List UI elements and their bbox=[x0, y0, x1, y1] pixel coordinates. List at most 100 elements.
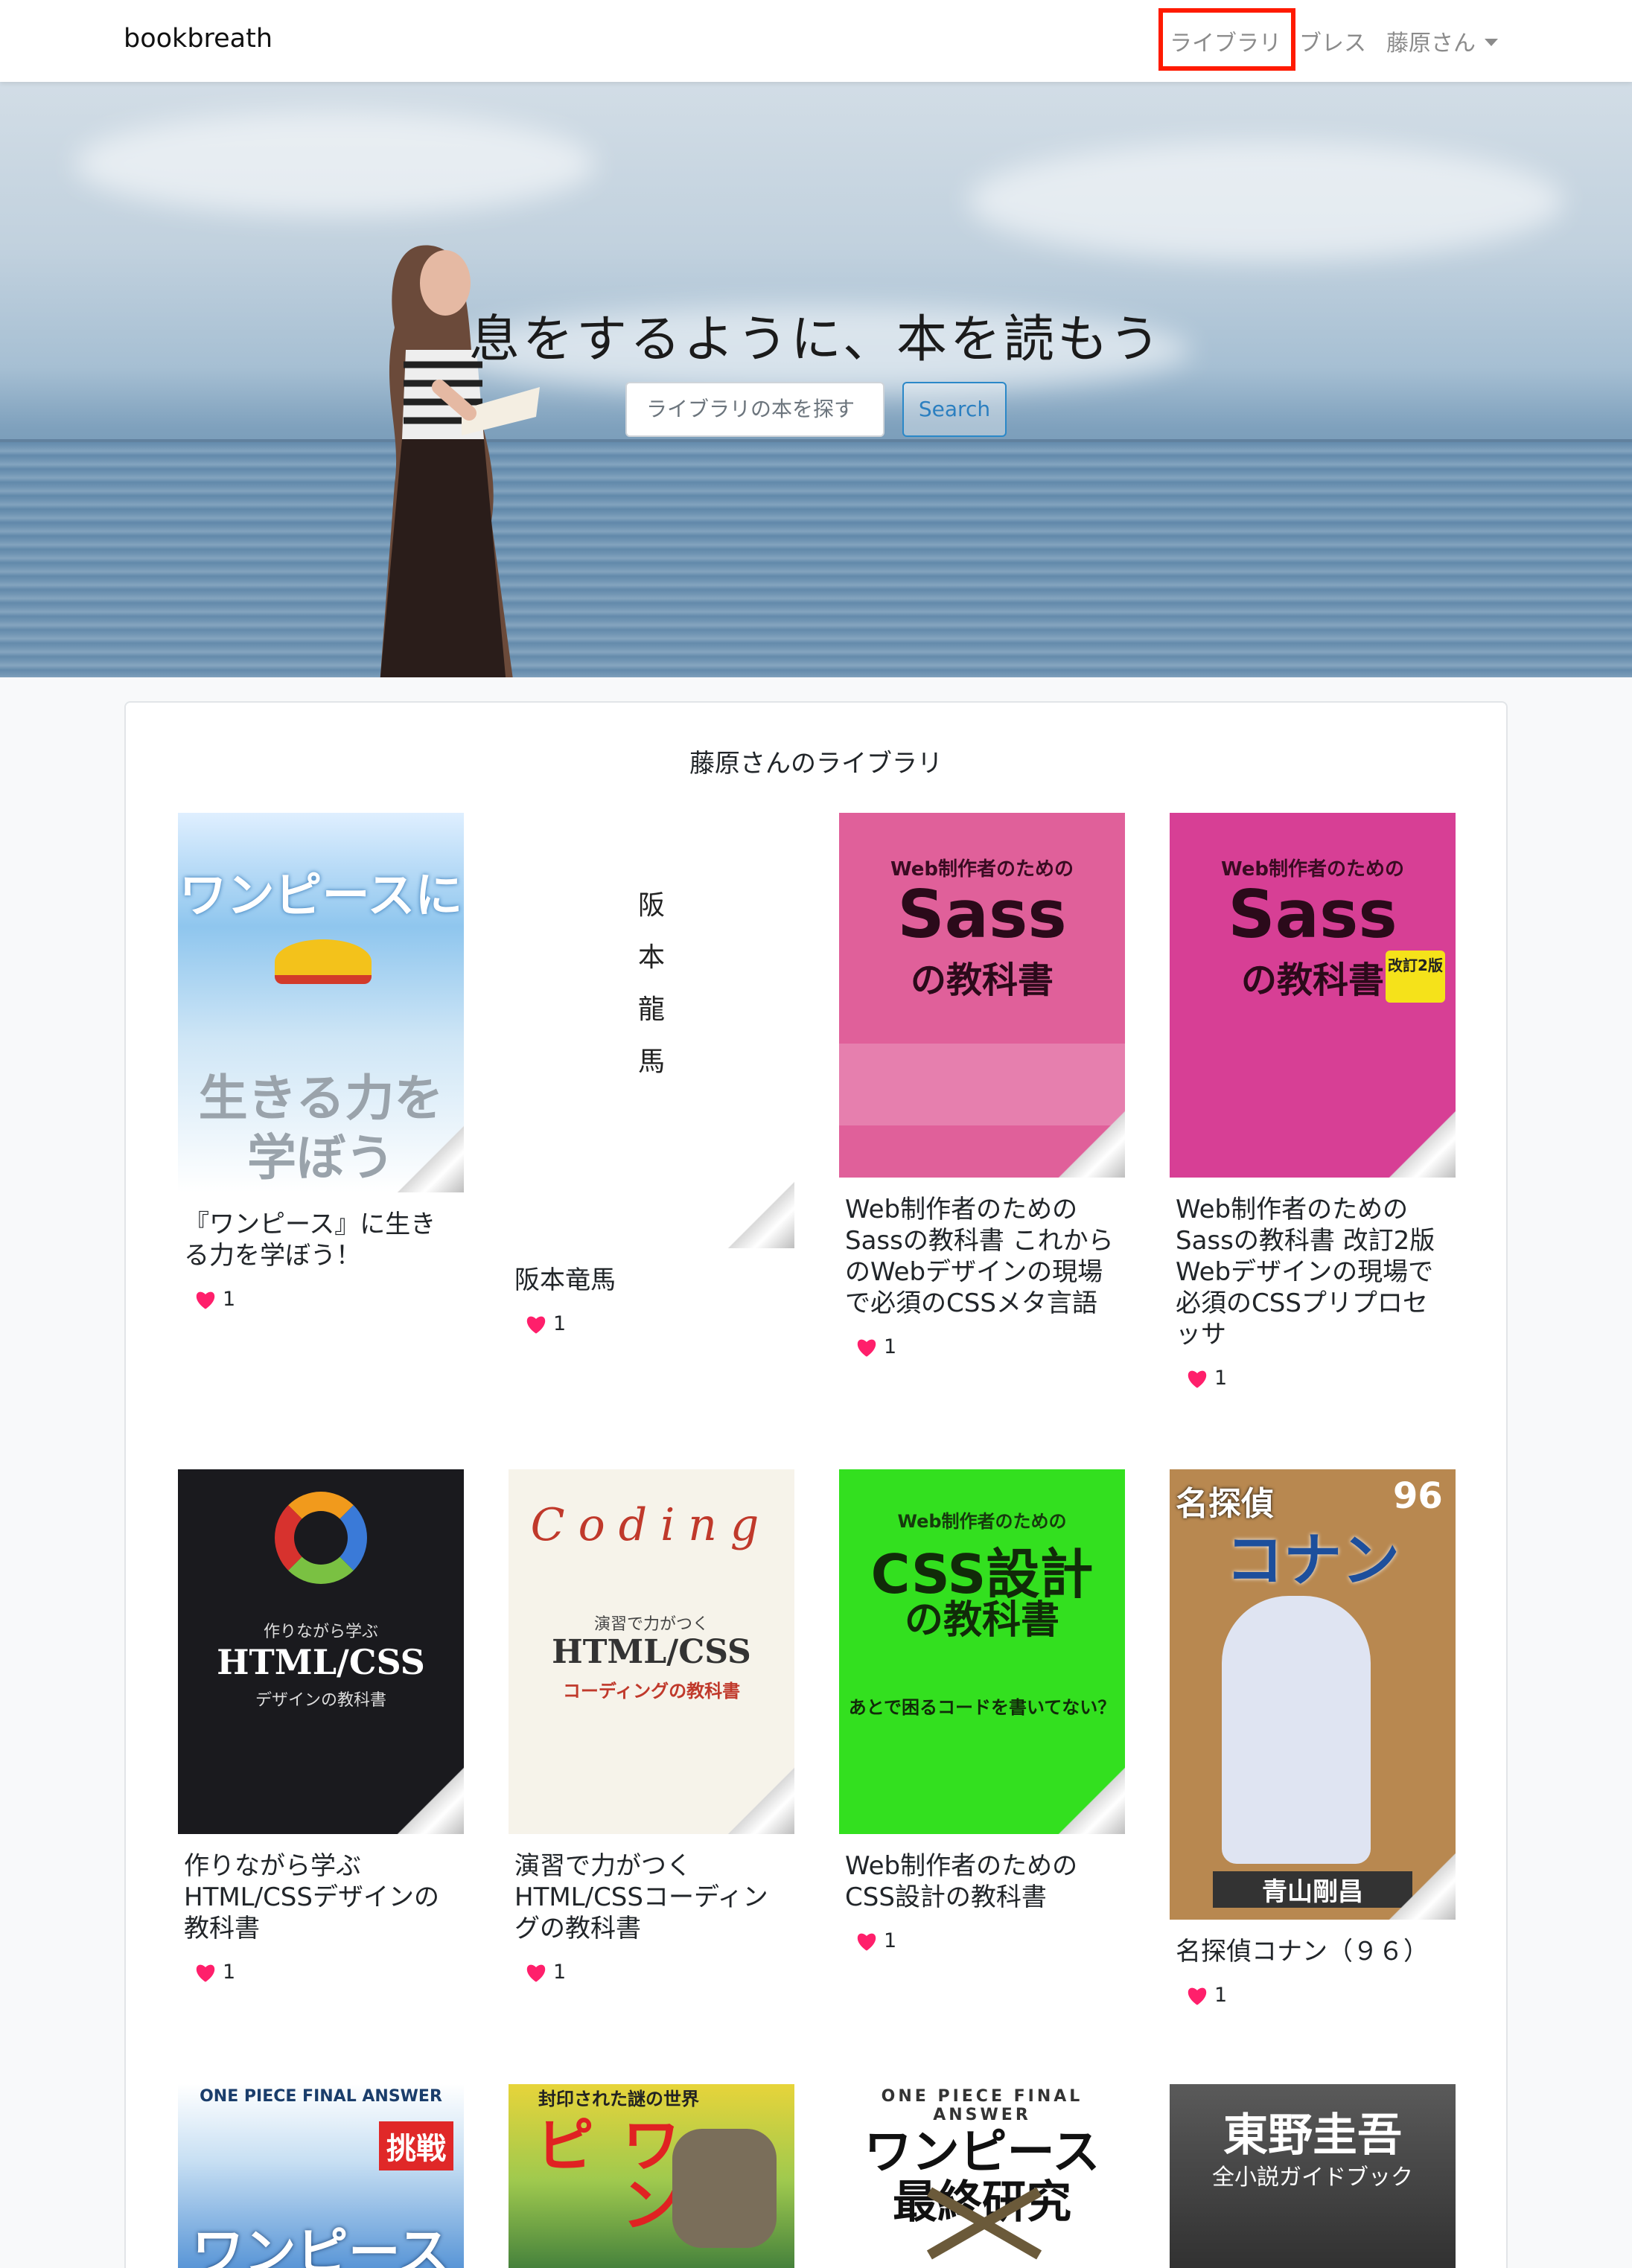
like-count[interactable]: 1 bbox=[839, 1335, 1125, 1358]
user-menu-dropdown[interactable]: 藤原さん bbox=[1386, 25, 1498, 57]
book-cover-image[interactable]: Web制作者のための CSS設計 の教科書 あとで困るコードを書いてない？ bbox=[839, 1469, 1125, 1834]
page-curl-decoration bbox=[1389, 1853, 1456, 1920]
book-item[interactable]: 阪本龍馬 阪本竜馬 1 bbox=[509, 813, 794, 1335]
author-name: 青山剛昌 bbox=[1212, 1871, 1413, 1908]
cover-text: HTML/CSS bbox=[217, 1642, 425, 1682]
book-cover-image[interactable]: ONE PIECE FINAL ANSWER ワンピース 最終研究 bbox=[839, 2084, 1125, 2268]
hero-banner: 息をするように、本を読もう ライブラリの本を探す Search bbox=[0, 82, 1632, 677]
like-count[interactable]: 1 bbox=[509, 1312, 794, 1335]
book-cover-image[interactable]: Coding 演習で力がつく HTML/CSS コーディングの教科書 bbox=[509, 1469, 794, 1834]
like-count-value: 1 bbox=[553, 1961, 567, 1984]
book-item[interactable]: Web制作者のための Sass の教科書 改訂2版 Web制作者のためのSass… bbox=[1170, 813, 1456, 1390]
page-curl-decoration bbox=[727, 1767, 794, 1834]
heart-icon[interactable] bbox=[194, 1962, 217, 1983]
cover-text: Sass bbox=[897, 876, 1067, 953]
cover-text: ワンピース bbox=[191, 2222, 450, 2268]
page-curl-decoration bbox=[727, 1181, 794, 1248]
cover-text: コナン bbox=[1225, 1527, 1400, 1594]
book-cover-image[interactable]: ワンピースに 生きる力を 学ぼう bbox=[178, 813, 464, 1192]
search-button[interactable]: Search bbox=[902, 382, 1007, 437]
cover-text: 東野圭吾 bbox=[1223, 2109, 1402, 2162]
cloud bbox=[968, 141, 1564, 261]
like-count-value: 1 bbox=[884, 1335, 897, 1358]
volume-number: 96 bbox=[1393, 1475, 1443, 1517]
heart-icon[interactable] bbox=[1186, 1985, 1208, 2006]
sea-background bbox=[0, 442, 1632, 677]
book-cover-image[interactable]: Web制作者のための Sass の教科書 改訂2版 bbox=[1170, 813, 1456, 1178]
cover-text: の教科書 bbox=[910, 959, 1054, 1001]
book-item[interactable]: 名探偵 96 コナン 青山剛昌 名探偵コナン（９６） 1 bbox=[1170, 1469, 1456, 2007]
book-title[interactable]: 作りながら学ぶHTML/CSSデザインの教科書 bbox=[178, 1850, 464, 1944]
like-count-value: 1 bbox=[1214, 1367, 1228, 1390]
book-item[interactable]: Coding 演習で力がつく HTML/CSS コーディングの教科書 演習で力が… bbox=[509, 1469, 794, 1984]
straw-hat-icon bbox=[275, 939, 372, 984]
book-item[interactable]: ワンピースに 生きる力を 学ぼう 『ワンピース』に生きる力を学ぼう！ 1 bbox=[178, 813, 464, 1311]
book-title[interactable]: 名探偵コナン（９６） bbox=[1170, 1936, 1456, 1967]
cloud bbox=[74, 112, 596, 216]
book-cover-image[interactable]: ONE PIECE FINAL ANSWER 挑戦 ワンピース bbox=[178, 2084, 464, 2268]
book-cover-image[interactable]: 東野圭吾 全小説ガイドブック bbox=[1170, 2084, 1456, 2268]
like-count[interactable]: 1 bbox=[839, 1929, 1125, 1952]
user-menu-label: 藤原さん bbox=[1386, 31, 1476, 57]
character-illustration bbox=[1222, 1596, 1371, 1864]
like-count[interactable]: 1 bbox=[178, 1288, 464, 1311]
book-cover-image[interactable]: Web制作者のための Sass の教科書 bbox=[839, 813, 1125, 1178]
nav-link-breath[interactable]: ブレス bbox=[1299, 25, 1366, 57]
page-curl-decoration bbox=[397, 1125, 464, 1192]
book-cover-image[interactable]: 名探偵 96 コナン 青山剛昌 bbox=[1170, 1469, 1456, 1920]
book-item[interactable]: Web制作者のための CSS設計 の教科書 あとで困るコードを書いてない？ We… bbox=[839, 1469, 1125, 1952]
cover-text: コーディングの教科書 bbox=[562, 1681, 741, 1702]
like-count-value: 1 bbox=[223, 1961, 236, 1984]
book-title[interactable]: Web制作者のためのCSS設計の教科書 bbox=[839, 1850, 1125, 1913]
colorful-blocks-icon bbox=[275, 1492, 367, 1584]
book-title[interactable]: 『ワンピース』に生きる力を学ぼう！ bbox=[178, 1209, 464, 1271]
cover-text: Coding bbox=[530, 1499, 773, 1551]
book-item[interactable]: ONE PIECE FINAL ANSWER 挑戦 ワンピース bbox=[178, 2084, 464, 2268]
book-item[interactable]: 東野圭吾 全小説ガイドブック bbox=[1170, 2084, 1456, 2268]
cover-badge: 挑戦 bbox=[379, 2121, 453, 2170]
book-item[interactable]: 作りながら学ぶ HTML/CSS デザインの教科書 作りながら学ぶHTML/CS… bbox=[178, 1469, 464, 1984]
book-item[interactable]: ONE PIECE FINAL ANSWER ワンピース 最終研究 bbox=[839, 2084, 1125, 2268]
cover-text: 演習で力がつく bbox=[593, 1615, 709, 1634]
cover-text: ワンピースに bbox=[179, 869, 463, 924]
brand-logo[interactable]: bookbreath bbox=[124, 24, 272, 54]
like-count[interactable]: 1 bbox=[178, 1961, 464, 1984]
library-card: 藤原さんのライブラリ ワンピースに 生きる力を 学ぼう 『ワンピース』に生きる力… bbox=[124, 701, 1508, 2268]
heart-icon[interactable] bbox=[525, 1314, 547, 1335]
book-title[interactable]: 阪本竜馬 bbox=[509, 1265, 794, 1296]
cover-text: 封印された謎の世界 bbox=[538, 2089, 699, 2109]
book-item[interactable]: Web制作者のための Sass の教科書 Web制作者のためのSassの教科書 … bbox=[839, 813, 1125, 1358]
heart-icon[interactable] bbox=[525, 1962, 547, 1983]
book-cover-image[interactable]: ワンピ 封印された謎の世界 bbox=[509, 2084, 794, 2268]
heart-icon[interactable] bbox=[1186, 1368, 1208, 1389]
library-search-input[interactable]: ライブラリの本を探す bbox=[625, 382, 884, 437]
library-title: 藤原さんのライブラリ bbox=[689, 749, 943, 779]
highlight-annotation bbox=[1158, 8, 1295, 71]
book-cover-image[interactable]: 阪本龍馬 bbox=[509, 813, 794, 1248]
caret-down-icon bbox=[1485, 39, 1498, 46]
book-cover-image[interactable]: 作りながら学ぶ HTML/CSS デザインの教科書 bbox=[178, 1469, 464, 1834]
cover-text: の教科書 bbox=[904, 1598, 1059, 1643]
book-title[interactable]: 演習で力がつくHTML/CSSコーディングの教科書 bbox=[509, 1850, 794, 1944]
heart-icon[interactable] bbox=[855, 1337, 878, 1358]
book-title[interactable]: Web制作者のためのSassの教科書 改訂2版 Webデザインの現場で必須のCS… bbox=[1170, 1194, 1456, 1350]
page-curl-decoration bbox=[397, 1767, 464, 1834]
book-item[interactable]: ワンピ 封印された謎の世界 bbox=[509, 2084, 794, 2268]
cover-text: ワンピ bbox=[525, 2114, 680, 2233]
cover-text: Sass bbox=[1228, 876, 1397, 953]
top-navbar: bookbreath ライブラリ ブレス 藤原さん bbox=[0, 0, 1632, 82]
like-count[interactable]: 1 bbox=[1170, 1367, 1456, 1390]
heart-icon[interactable] bbox=[194, 1289, 217, 1310]
like-count[interactable]: 1 bbox=[1170, 1984, 1456, 2007]
book-title[interactable]: Web制作者のためのSassの教科書 これからのWebデザインの現場で必須のCS… bbox=[839, 1194, 1125, 1319]
dragon-illustration bbox=[672, 2129, 777, 2248]
cover-text: 作りながら学ぶ bbox=[263, 1623, 378, 1641]
like-count[interactable]: 1 bbox=[509, 1961, 794, 1984]
like-count-value: 1 bbox=[553, 1312, 567, 1335]
heart-icon[interactable] bbox=[855, 1931, 878, 1952]
cover-text: Web制作者のための bbox=[897, 1511, 1067, 1532]
cover-text: 阪本龍馬 bbox=[637, 890, 665, 1077]
cover-text: あとで困るコードを書いてない？ bbox=[848, 1697, 1116, 1718]
cover-text: 全小説ガイドブック bbox=[1212, 2165, 1413, 2191]
cover-text: ONE PIECE FINAL ANSWER bbox=[200, 2087, 442, 2106]
